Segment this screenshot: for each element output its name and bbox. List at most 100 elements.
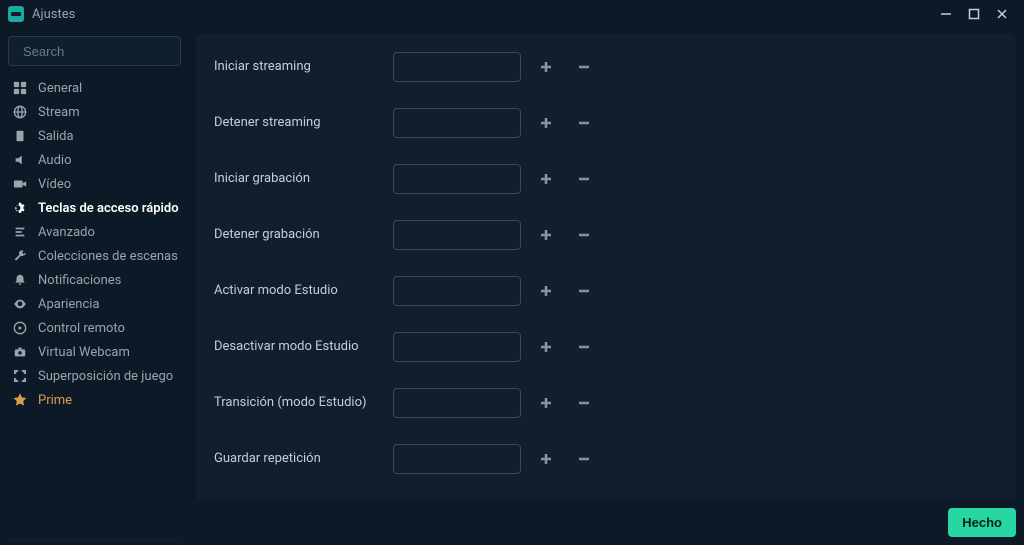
sidebar-item-label: Audio [38,153,71,168]
sidebar-item-virtual-webcam[interactable]: Virtual Webcam [8,340,181,364]
add-hotkey-button[interactable] [535,112,557,134]
minus-icon [577,284,591,298]
minimize-button[interactable] [932,2,960,26]
play-circle-icon [12,320,28,336]
sidebar-item-prime[interactable]: Prime [8,388,181,412]
search-input[interactable] [23,44,199,59]
add-hotkey-button[interactable] [535,168,557,190]
hotkey-input[interactable] [393,164,521,194]
camera-icon [12,344,28,360]
sidebar-item-label: Colecciones de escenas [38,249,178,264]
globe-icon [12,104,28,120]
sidebar-item-stream[interactable]: Stream [8,100,181,124]
plus-icon [539,172,553,186]
add-hotkey-button[interactable] [535,224,557,246]
hotkey-label: Activar modo Estudio [214,282,379,300]
remove-hotkey-button[interactable] [573,448,595,470]
remove-hotkey-button[interactable] [573,336,595,358]
minus-icon [577,396,591,410]
sidebar-item-label: Notificaciones [38,273,121,288]
sidebar-item-scene-collections[interactable]: Colecciones de escenas [8,244,181,268]
hotkey-row: Iniciar grabación [214,164,998,194]
titlebar: Ajustes [0,0,1024,28]
sidebar-nav: General Stream Salida Audio Vídeo Teclas [8,76,181,412]
remove-hotkey-button[interactable] [573,224,595,246]
bell-icon [12,272,28,288]
hotkey-input[interactable] [393,108,521,138]
star-icon [12,392,28,408]
hotkey-input[interactable] [393,388,521,418]
sidebar-item-general[interactable]: General [8,76,181,100]
hotkey-label: Desactivar modo Estudio [214,338,379,356]
wrench-icon [12,248,28,264]
content: Iniciar streamingDetener streamingInicia… [190,28,1024,545]
sidebar-item-label: Avanzado [38,225,95,240]
sidebar-item-output[interactable]: Salida [8,124,181,148]
add-hotkey-button[interactable] [535,392,557,414]
done-button[interactable]: Hecho [948,508,1016,537]
add-hotkey-button[interactable] [535,56,557,78]
window-controls [932,2,1016,26]
sidebar-item-label: Prime [38,393,72,408]
hotkey-input[interactable] [393,444,521,474]
sidebar-item-video[interactable]: Vídeo [8,172,181,196]
hotkey-input[interactable] [393,52,521,82]
sidebar-item-game-overlay[interactable]: Superposición de juego [8,364,181,388]
sidebar-item-label: Superposición de juego [38,369,173,384]
sidebar-divider [8,540,181,541]
gear-icon [12,200,28,216]
sidebar-item-label: Control remoto [38,321,125,336]
remove-hotkey-button[interactable] [573,280,595,302]
sidebar: General Stream Salida Audio Vídeo Teclas [0,28,190,545]
sidebar-item-hotkeys[interactable]: Teclas de acceso rápido [8,196,181,220]
remove-hotkey-button[interactable] [573,168,595,190]
sidebar-item-label: General [38,81,82,96]
hotkey-row: Guardar repetición [214,444,998,474]
volume-icon [12,152,28,168]
sidebar-item-notifications[interactable]: Notificaciones [8,268,181,292]
minus-icon [577,340,591,354]
remove-hotkey-button[interactable] [573,112,595,134]
sidebar-item-remote-control[interactable]: Control remoto [8,316,181,340]
add-hotkey-button[interactable] [535,280,557,302]
hotkey-label: Iniciar streaming [214,58,379,76]
grid-icon [12,80,28,96]
hotkey-row: Transición (modo Estudio) [214,388,998,418]
sidebar-item-audio[interactable]: Audio [8,148,181,172]
minus-icon [577,60,591,74]
hotkey-label: Guardar repetición [214,450,379,468]
app-icon [8,6,24,22]
plus-icon [539,340,553,354]
hotkey-row: Desactivar modo Estudio [214,332,998,362]
minus-icon [577,116,591,130]
eye-icon [12,296,28,312]
sidebar-item-label: Teclas de acceso rápido [38,201,179,216]
sidebar-item-appearance[interactable]: Apariencia [8,292,181,316]
close-button[interactable] [988,2,1016,26]
hotkey-label: Transición (modo Estudio) [214,394,379,412]
hotkey-input[interactable] [393,332,521,362]
hotkey-label: Detener grabación [214,226,379,244]
hotkey-row: Iniciar streaming [214,52,998,82]
maximize-button[interactable] [960,2,988,26]
footer: Hecho [196,500,1016,537]
minus-icon [577,172,591,186]
minus-icon [577,228,591,242]
hotkey-input[interactable] [393,220,521,250]
search-field-wrap[interactable] [8,36,181,66]
remove-hotkey-button[interactable] [573,392,595,414]
output-icon [12,128,28,144]
remove-hotkey-button[interactable] [573,56,595,78]
plus-icon [539,284,553,298]
add-hotkey-button[interactable] [535,448,557,470]
plus-icon [539,60,553,74]
sidebar-item-label: Stream [38,105,80,120]
video-icon [12,176,28,192]
window-title: Ajustes [32,7,75,22]
hotkey-input[interactable] [393,276,521,306]
add-hotkey-button[interactable] [535,336,557,358]
sidebar-item-label: Vídeo [38,177,71,192]
plus-icon [539,116,553,130]
sidebar-item-advanced[interactable]: Avanzado [8,220,181,244]
sidebar-item-label: Apariencia [38,297,100,312]
